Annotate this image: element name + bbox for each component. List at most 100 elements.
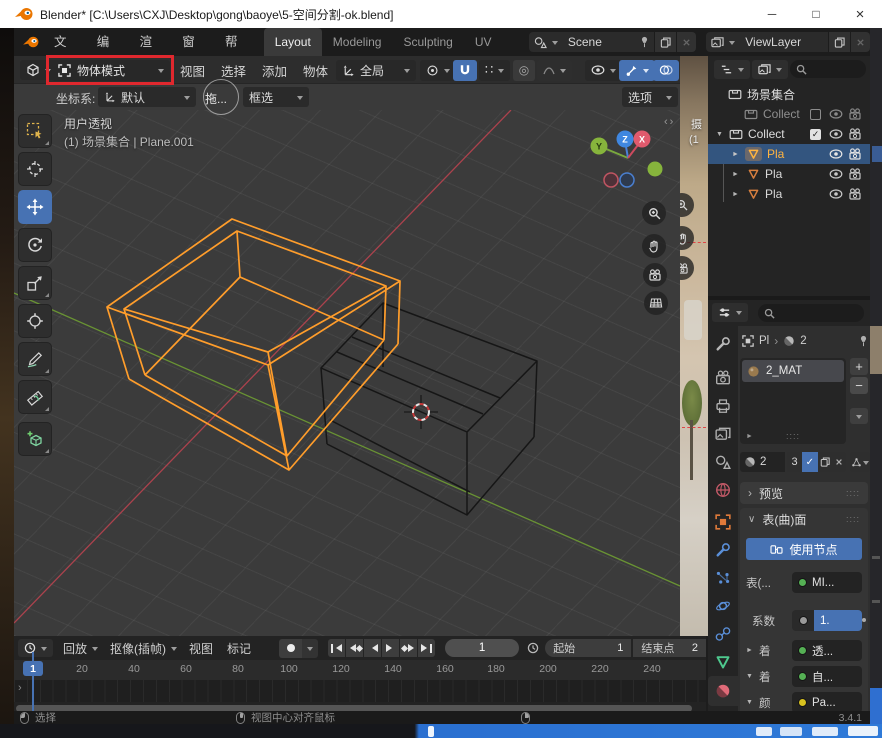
camera-view-button[interactable] [643, 263, 667, 287]
close-button[interactable]: × [838, 0, 882, 28]
slot-remove-button[interactable]: − [850, 377, 868, 394]
tool-scale[interactable] [18, 266, 52, 300]
overlays-toggle[interactable] [653, 60, 679, 81]
maximize-button[interactable]: □ [794, 0, 838, 28]
menu-select[interactable]: 选择 [221, 61, 246, 80]
proportional-toggle[interactable]: ◎ [513, 60, 535, 81]
box-select-dropdown[interactable]: 框选 [243, 87, 309, 107]
camera-restrict-icon[interactable] [848, 128, 862, 140]
material-name-field[interactable]: 2 [740, 452, 785, 472]
eye-icon[interactable] [829, 109, 843, 119]
eye-icon[interactable] [829, 189, 843, 199]
strip-zoom-button[interactable] [680, 193, 694, 217]
pin-icon[interactable] [859, 335, 868, 347]
outliner-row-collection-excluded[interactable]: Collect [708, 104, 870, 124]
node-selector-button[interactable] [850, 452, 870, 472]
tab-output[interactable] [715, 398, 731, 414]
breadcrumb-data[interactable]: 2 [800, 335, 806, 347]
expand-caret-icon[interactable]: ► [732, 171, 739, 178]
tab-scene[interactable] [715, 454, 731, 470]
camera-restrict-icon[interactable] [848, 168, 862, 180]
tool-select-box[interactable] [18, 114, 52, 148]
coord-system-dropdown[interactable]: 默认 [98, 87, 196, 107]
frame-end-field[interactable]: 结束点 2 [633, 639, 706, 657]
outliner-search-input[interactable] [790, 60, 866, 78]
workspace-tab-uvedit[interactable]: UV Edit [464, 28, 523, 56]
unlink-material-button[interactable] [833, 452, 846, 472]
minimize-button[interactable]: ─ [750, 0, 794, 28]
menu-markers[interactable]: 标记 [227, 640, 251, 657]
next-keyframe-button[interactable] [400, 639, 417, 657]
tool-rotate[interactable] [18, 228, 52, 262]
expand-caret-icon[interactable]: ▼ [716, 131, 723, 138]
tab-modifiers[interactable] [715, 542, 731, 558]
blender-menu-icon[interactable] [22, 35, 40, 49]
menu-playback[interactable]: 回放 [63, 640, 98, 657]
timeline-tracks[interactable]: › [14, 680, 706, 702]
menu-render[interactable]: 渲染 [130, 28, 173, 56]
viewlayer-new-button[interactable] [828, 32, 850, 52]
record-button[interactable] [279, 639, 302, 658]
shader-value[interactable]: 自... [792, 666, 862, 687]
eye-icon[interactable] [829, 129, 843, 139]
play-reverse-button[interactable] [364, 639, 381, 657]
panel-preview-header[interactable]: › 预览 :::: [740, 482, 868, 504]
expand-caret-icon[interactable]: ► [746, 647, 753, 654]
workspace-tab-layout[interactable]: Layout [264, 28, 322, 56]
gizmo-dropdown[interactable] [619, 60, 655, 81]
options-dropdown[interactable]: 选项 [622, 87, 678, 107]
material-slot-item[interactable]: 2_MAT [742, 360, 844, 382]
orientation-dropdown[interactable]: 全局 [336, 60, 416, 81]
breadcrumb-object[interactable]: Pl [759, 335, 769, 347]
exclude-checkbox[interactable] [810, 109, 821, 120]
tool-cursor[interactable] [18, 152, 52, 186]
properties-editor-type-button[interactable] [712, 303, 748, 322]
record-options-button[interactable] [302, 639, 318, 658]
menu-view[interactable]: 视图 [189, 640, 213, 657]
menu-view[interactable]: 视图 [180, 61, 205, 80]
current-frame-field[interactable]: 1 [445, 639, 519, 657]
play-button[interactable] [382, 639, 399, 657]
expand-caret-icon[interactable]: ► [746, 433, 753, 440]
tab-particles[interactable] [715, 570, 731, 586]
pan-button[interactable] [642, 234, 666, 258]
surface-shader-value[interactable]: MI... [792, 572, 862, 593]
menu-window[interactable]: 窗口 [172, 28, 215, 56]
pivot-dropdown[interactable] [420, 60, 456, 81]
outliner-row-collection[interactable]: ▼ Collect ✓ [708, 124, 870, 144]
tab-render[interactable] [715, 370, 731, 386]
tab-viewlayer[interactable] [715, 426, 731, 442]
tab-physics[interactable] [715, 598, 731, 614]
jump-to-start-button[interactable] [328, 639, 345, 657]
fake-user-toggle[interactable]: ✓ [802, 452, 818, 472]
secondary-viewport-strip[interactable]: 摄 (1 [680, 56, 708, 636]
tool-annotate[interactable] [18, 342, 52, 376]
scene-new-button[interactable] [654, 32, 676, 52]
camera-restrict-icon[interactable] [848, 148, 862, 160]
workspace-tab-modeling[interactable]: Modeling [322, 28, 393, 56]
object-icon[interactable] [742, 335, 754, 347]
panel-grip[interactable]: :::: [846, 488, 860, 498]
expand-caret-icon[interactable]: ▼ [746, 673, 753, 680]
viewlayer-browse-button[interactable] [706, 32, 740, 52]
viewlayer-remove-button[interactable] [850, 32, 870, 52]
outliner-row-scene-collection[interactable]: 场景集合 [708, 84, 870, 104]
scene-name-field[interactable]: Scene [563, 32, 654, 52]
snap-with-dropdown[interactable]: ∷ [479, 60, 510, 81]
outliner-row-object[interactable]: ► Pla [708, 184, 870, 204]
eye-icon[interactable] [829, 149, 843, 159]
eye-icon[interactable] [829, 169, 843, 179]
strip-pan-button[interactable] [680, 226, 694, 250]
prev-keyframe-button[interactable] [346, 639, 363, 657]
animate-dot[interactable] [862, 618, 866, 622]
timeline-editor-type-button[interactable] [18, 639, 53, 657]
visibility-dropdown[interactable] [585, 60, 622, 81]
resize-grip[interactable]: :::: [786, 431, 800, 441]
tab-material[interactable] [715, 683, 731, 699]
color-value[interactable]: Pa... [792, 692, 862, 713]
channel-expander-icon[interactable]: › [18, 682, 22, 694]
tool-transform[interactable] [18, 304, 52, 338]
timeline-ruler[interactable]: 20 40 60 80 100 120 140 160 180 200 220 … [14, 660, 706, 680]
properties-search-input[interactable] [758, 304, 864, 322]
pin-icon[interactable] [640, 36, 649, 48]
